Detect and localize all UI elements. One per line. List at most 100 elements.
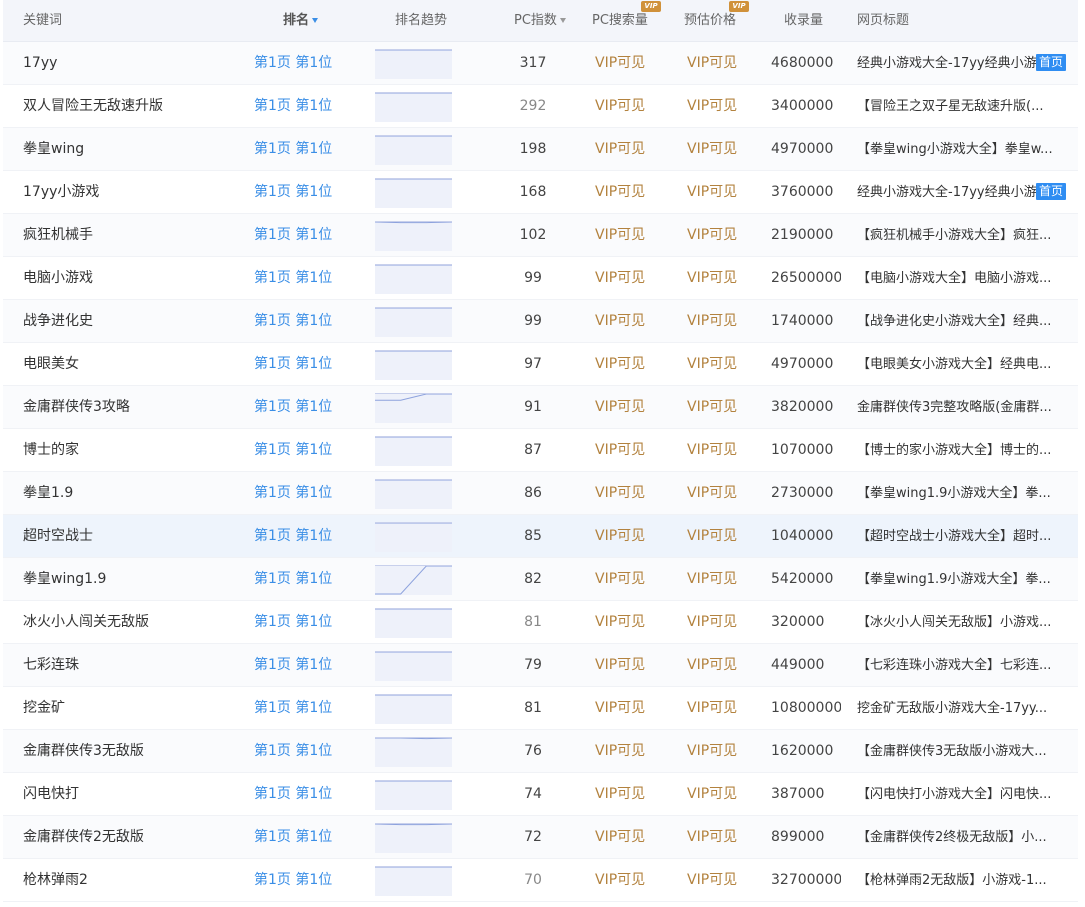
price-vip-link[interactable]: VIP可见 bbox=[687, 515, 747, 558]
price-vip-link[interactable]: VIP可见 bbox=[687, 859, 747, 902]
rank-trend-sparkline[interactable] bbox=[375, 565, 452, 595]
rank-link[interactable]: 第1页 第1位 bbox=[254, 515, 364, 558]
rank-trend-sparkline[interactable] bbox=[375, 264, 452, 294]
price-vip-link[interactable]: VIP可见 bbox=[687, 816, 747, 859]
col-pc-index-header[interactable]: PC指数 bbox=[514, 0, 566, 42]
page-title-cell[interactable]: 【电眼美女小游戏大全】经典电... bbox=[857, 343, 1068, 386]
rank-link[interactable]: 第1页 第1位 bbox=[254, 300, 364, 343]
rank-link[interactable]: 第1页 第1位 bbox=[254, 601, 364, 644]
rank-link[interactable]: 第1页 第1位 bbox=[254, 343, 364, 386]
price-vip-link[interactable]: VIP可见 bbox=[687, 601, 747, 644]
price-vip-link[interactable]: VIP可见 bbox=[687, 644, 747, 687]
rank-trend-sparkline[interactable] bbox=[375, 823, 452, 853]
rank-link[interactable]: 第1页 第1位 bbox=[254, 214, 364, 257]
rank-trend-sparkline[interactable] bbox=[375, 350, 452, 380]
price-vip-link[interactable]: VIP可见 bbox=[687, 472, 747, 515]
page-title-cell[interactable]: 【超时空战士小游戏大全】超时... bbox=[857, 515, 1068, 558]
pc-search-vip-link[interactable]: VIP可见 bbox=[595, 687, 655, 730]
rank-trend-sparkline[interactable] bbox=[375, 436, 452, 466]
price-vip-link[interactable]: VIP可见 bbox=[687, 386, 747, 429]
pc-search-vip-link[interactable]: VIP可见 bbox=[595, 773, 655, 816]
rank-trend-sparkline[interactable] bbox=[375, 479, 452, 509]
price-vip-link[interactable]: VIP可见 bbox=[687, 558, 747, 601]
pc-search-vip-link[interactable]: VIP可见 bbox=[595, 515, 655, 558]
pc-search-vip-link[interactable]: VIP可见 bbox=[595, 644, 655, 687]
col-rank-header[interactable]: 排名 bbox=[283, 0, 319, 42]
rank-link[interactable]: 第1页 第1位 bbox=[254, 257, 364, 300]
rank-trend-sparkline[interactable] bbox=[375, 221, 452, 251]
pc-search-vip-link[interactable]: VIP可见 bbox=[595, 601, 655, 644]
price-vip-link[interactable]: VIP可见 bbox=[687, 128, 747, 171]
rank-trend-sparkline[interactable] bbox=[375, 307, 452, 337]
page-title-cell[interactable]: 【拳皇wing1.9小游戏大全】拳... bbox=[857, 558, 1068, 601]
page-title-cell[interactable]: 【冒险王之双子星无敌速升版(... bbox=[857, 85, 1068, 128]
page-title-cell[interactable]: 【金庸群侠传2终极无敌版】小... bbox=[857, 816, 1068, 859]
pc-search-vip-link[interactable]: VIP可见 bbox=[595, 128, 655, 171]
pc-search-vip-link[interactable]: VIP可见 bbox=[595, 214, 655, 257]
pc-search-vip-link[interactable]: VIP可见 bbox=[595, 171, 655, 214]
page-title-cell[interactable]: 【博士的家小游戏大全】博士的... bbox=[857, 429, 1068, 472]
pc-search-vip-link[interactable]: VIP可见 bbox=[595, 343, 655, 386]
rank-link[interactable]: 第1页 第1位 bbox=[254, 128, 364, 171]
price-vip-link[interactable]: VIP可见 bbox=[687, 730, 747, 773]
page-title-cell[interactable]: 【枪林弹雨2无敌版】小游戏-1... bbox=[857, 859, 1068, 902]
pc-search-vip-link[interactable]: VIP可见 bbox=[595, 859, 655, 902]
rank-trend-sparkline[interactable] bbox=[375, 393, 452, 423]
rank-link[interactable]: 第1页 第1位 bbox=[254, 429, 364, 472]
rank-trend-sparkline[interactable] bbox=[375, 49, 452, 79]
rank-link[interactable]: 第1页 第1位 bbox=[254, 644, 364, 687]
rank-trend-sparkline[interactable] bbox=[375, 866, 452, 896]
page-title-cell[interactable]: 金庸群侠传3完整攻略版(金庸群... bbox=[857, 386, 1068, 429]
pc-search-vip-link[interactable]: VIP可见 bbox=[595, 300, 655, 343]
price-vip-link[interactable]: VIP可见 bbox=[687, 687, 747, 730]
price-vip-link[interactable]: VIP可见 bbox=[687, 171, 747, 214]
page-title-cell[interactable]: 【电脑小游戏大全】电脑小游戏... bbox=[857, 257, 1068, 300]
rank-trend-sparkline[interactable] bbox=[375, 694, 452, 724]
rank-link[interactable]: 第1页 第1位 bbox=[254, 171, 364, 214]
page-title-cell[interactable]: 【拳皇wing1.9小游戏大全】拳... bbox=[857, 472, 1068, 515]
price-vip-link[interactable]: VIP可见 bbox=[687, 85, 747, 128]
pc-search-vip-link[interactable]: VIP可见 bbox=[595, 472, 655, 515]
rank-link[interactable]: 第1页 第1位 bbox=[254, 42, 364, 85]
pc-search-vip-link[interactable]: VIP可见 bbox=[595, 816, 655, 859]
pc-search-vip-link[interactable]: VIP可见 bbox=[595, 85, 655, 128]
rank-link[interactable]: 第1页 第1位 bbox=[254, 773, 364, 816]
page-title-cell[interactable]: 【疯狂机械手小游戏大全】疯狂... bbox=[857, 214, 1068, 257]
rank-trend-sparkline[interactable] bbox=[375, 178, 452, 208]
page-title-cell[interactable]: 经典小游戏大全-17yy经典小游 首页 bbox=[857, 42, 1068, 85]
rank-link[interactable]: 第1页 第1位 bbox=[254, 558, 364, 601]
rank-link[interactable]: 第1页 第1位 bbox=[254, 85, 364, 128]
pc-search-vip-link[interactable]: VIP可见 bbox=[595, 730, 655, 773]
rank-link[interactable]: 第1页 第1位 bbox=[254, 730, 364, 773]
pc-search-vip-link[interactable]: VIP可见 bbox=[595, 257, 655, 300]
rank-trend-sparkline[interactable] bbox=[375, 780, 452, 810]
pc-search-vip-link[interactable]: VIP可见 bbox=[595, 429, 655, 472]
page-title-cell[interactable]: 【闪电快打小游戏大全】闪电快... bbox=[857, 773, 1068, 816]
price-vip-link[interactable]: VIP可见 bbox=[687, 257, 747, 300]
price-vip-link[interactable]: VIP可见 bbox=[687, 42, 747, 85]
rank-link[interactable]: 第1页 第1位 bbox=[254, 386, 364, 429]
page-title-cell[interactable]: 【金庸群侠传3无敌版小游戏大... bbox=[857, 730, 1068, 773]
page-title-cell[interactable]: 【战争进化史小游戏大全】经典... bbox=[857, 300, 1068, 343]
rank-link[interactable]: 第1页 第1位 bbox=[254, 472, 364, 515]
page-title-cell[interactable]: 【七彩连珠小游戏大全】七彩连... bbox=[857, 644, 1068, 687]
rank-link[interactable]: 第1页 第1位 bbox=[254, 816, 364, 859]
rank-link[interactable]: 第1页 第1位 bbox=[254, 687, 364, 730]
pc-search-vip-link[interactable]: VIP可见 bbox=[595, 558, 655, 601]
sort-down-icon[interactable] bbox=[312, 18, 319, 23]
rank-trend-sparkline[interactable] bbox=[375, 522, 452, 552]
page-title-cell[interactable]: 【拳皇wing小游戏大全】拳皇w... bbox=[857, 128, 1068, 171]
page-title-cell[interactable]: 挖金矿无敌版小游戏大全-17yy... bbox=[857, 687, 1068, 730]
price-vip-link[interactable]: VIP可见 bbox=[687, 300, 747, 343]
rank-trend-sparkline[interactable] bbox=[375, 135, 452, 165]
rank-trend-sparkline[interactable] bbox=[375, 608, 452, 638]
rank-link[interactable]: 第1页 第1位 bbox=[254, 859, 364, 902]
price-vip-link[interactable]: VIP可见 bbox=[687, 429, 747, 472]
rank-trend-sparkline[interactable] bbox=[375, 651, 452, 681]
pc-search-vip-link[interactable]: VIP可见 bbox=[595, 386, 655, 429]
price-vip-link[interactable]: VIP可见 bbox=[687, 773, 747, 816]
price-vip-link[interactable]: VIP可见 bbox=[687, 343, 747, 386]
page-title-cell[interactable]: 【冰火小人闯关无敌版】小游戏... bbox=[857, 601, 1068, 644]
rank-trend-sparkline[interactable] bbox=[375, 737, 452, 767]
page-title-cell[interactable]: 经典小游戏大全-17yy经典小游 首页 bbox=[857, 171, 1068, 214]
